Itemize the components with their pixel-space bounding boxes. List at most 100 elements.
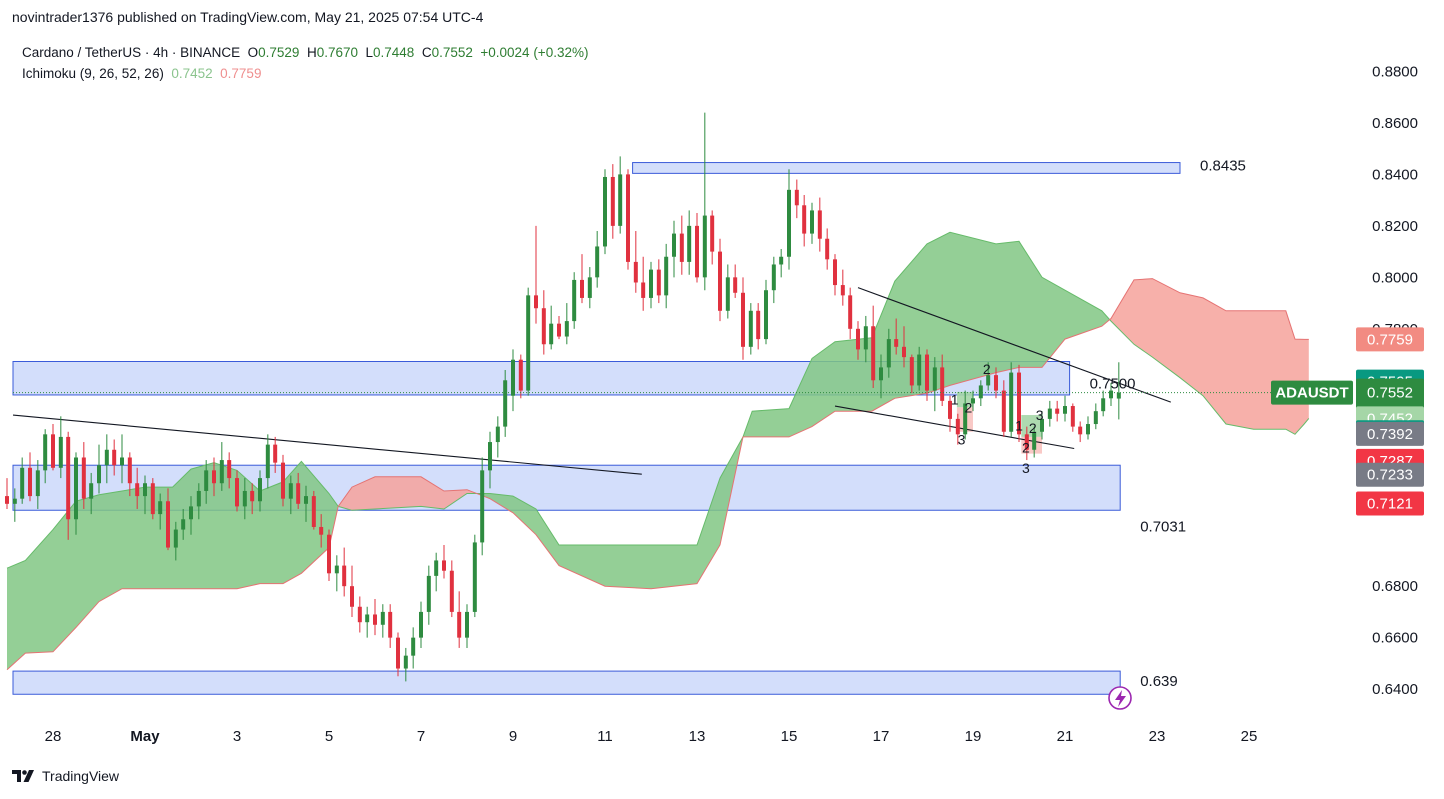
price-tag-value: 0.7759 [1367, 331, 1413, 348]
candle-51 [396, 632, 400, 677]
candle-77 [595, 231, 600, 288]
candle-body [718, 251, 722, 311]
candle-body [1086, 424, 1090, 435]
candle-71 [549, 305, 554, 350]
candle-body [449, 570, 454, 612]
candle-body [189, 506, 193, 520]
candle-body [833, 259, 837, 286]
candle-83 [641, 256, 646, 311]
candle-body [618, 174, 623, 226]
candle-body [534, 295, 538, 309]
candle-80 [618, 156, 623, 234]
candle-body [687, 225, 692, 262]
x-tick-10: 19 [965, 728, 982, 745]
time-axis[interactable]: 28 May 3 5 7 9 11 13 15 17 19 21 23 25 [45, 728, 1258, 745]
ichimoku-cloud [6, 231, 1310, 671]
candle-75 [580, 254, 584, 304]
candle-body [863, 326, 868, 350]
alert-marker[interactable] [1108, 686, 1132, 710]
candle-body [764, 290, 768, 340]
candle-body [319, 526, 324, 535]
candle-body [756, 310, 761, 340]
candle-body [334, 565, 339, 574]
candle-body [626, 174, 630, 262]
candle-body [549, 323, 554, 345]
candle-body [342, 565, 347, 587]
candle-body [104, 449, 109, 466]
candle-62 [480, 457, 485, 556]
candle-body [388, 611, 393, 638]
candle-body [242, 490, 247, 507]
candle-body [526, 295, 531, 391]
candle-body [557, 323, 561, 337]
candle-body [541, 308, 546, 345]
candle-108 [833, 254, 837, 296]
candle-body [848, 295, 853, 329]
candle-body [856, 328, 860, 350]
candle-90 [695, 213, 699, 283]
candle-body [503, 380, 508, 427]
candle-body [35, 470, 40, 497]
candle-body [20, 467, 25, 499]
candle-99 [764, 279, 768, 345]
candle-body [1093, 411, 1098, 425]
tradingview-logo[interactable]: TradingView [12, 768, 119, 784]
price-chart[interactable]: 21 231 2323 0.84350.75000.70310.639 0.8800… [0, 0, 1444, 799]
candle-body [1070, 406, 1075, 427]
y-tick-7: 0.6600 [1372, 630, 1418, 647]
candle-body [380, 611, 385, 625]
candle-78 [603, 169, 607, 255]
candle-body [442, 560, 446, 571]
x-tick-5: 9 [509, 728, 517, 745]
candle-44 [342, 547, 347, 597]
candle-body [419, 611, 423, 638]
candle-body [74, 457, 78, 520]
candle-body [649, 269, 653, 298]
candle-body [710, 215, 715, 252]
candle-140 [1078, 421, 1083, 443]
candle-body [219, 460, 224, 484]
zone-label-2: 0.7031 [1140, 519, 1186, 536]
candle-body [472, 542, 477, 612]
candle-47 [365, 606, 370, 638]
candle-body [250, 490, 255, 502]
candle-72 [557, 315, 561, 340]
candle-body [810, 210, 814, 234]
candle-body [902, 346, 906, 358]
candle-body [457, 611, 462, 638]
candle-body [235, 478, 239, 507]
price-tag-value: 0.7552 [1367, 385, 1413, 402]
candle-body [741, 292, 745, 347]
candle-body [771, 264, 776, 291]
candle-131 [1009, 362, 1014, 437]
y-tick-4: 0.8000 [1372, 269, 1418, 286]
candle-55 [426, 565, 431, 625]
price-tag-5: 0.7392 [1356, 421, 1424, 446]
x-tick-11: 21 [1057, 728, 1074, 745]
candle-95 [733, 264, 738, 298]
wave-label-8: 3 [1022, 460, 1030, 476]
candle-136 [1047, 400, 1052, 427]
candle-body [143, 483, 147, 497]
candle-body [779, 256, 784, 265]
candle-body [840, 285, 845, 296]
candle-54 [419, 601, 423, 648]
candle-body [304, 496, 308, 504]
price-tag-value: 0.7121 [1367, 496, 1413, 513]
zone-rect-3[interactable] [12, 670, 1121, 695]
candle-body [5, 496, 9, 504]
candle-body [196, 490, 201, 507]
candle-142 [1093, 403, 1098, 430]
cloud-bullish-2 [476, 232, 1110, 589]
candle-143 [1101, 390, 1106, 417]
candle-body [1055, 408, 1060, 414]
x-tick-2: 3 [233, 728, 241, 745]
candle-body [212, 470, 216, 484]
candle-body [748, 310, 753, 347]
candle-body [373, 614, 377, 625]
candle-105 [810, 202, 814, 244]
candle-body [564, 321, 569, 337]
candle-87 [672, 220, 676, 278]
zone-rect-0[interactable] [632, 162, 1181, 174]
candle-body [1063, 406, 1067, 414]
